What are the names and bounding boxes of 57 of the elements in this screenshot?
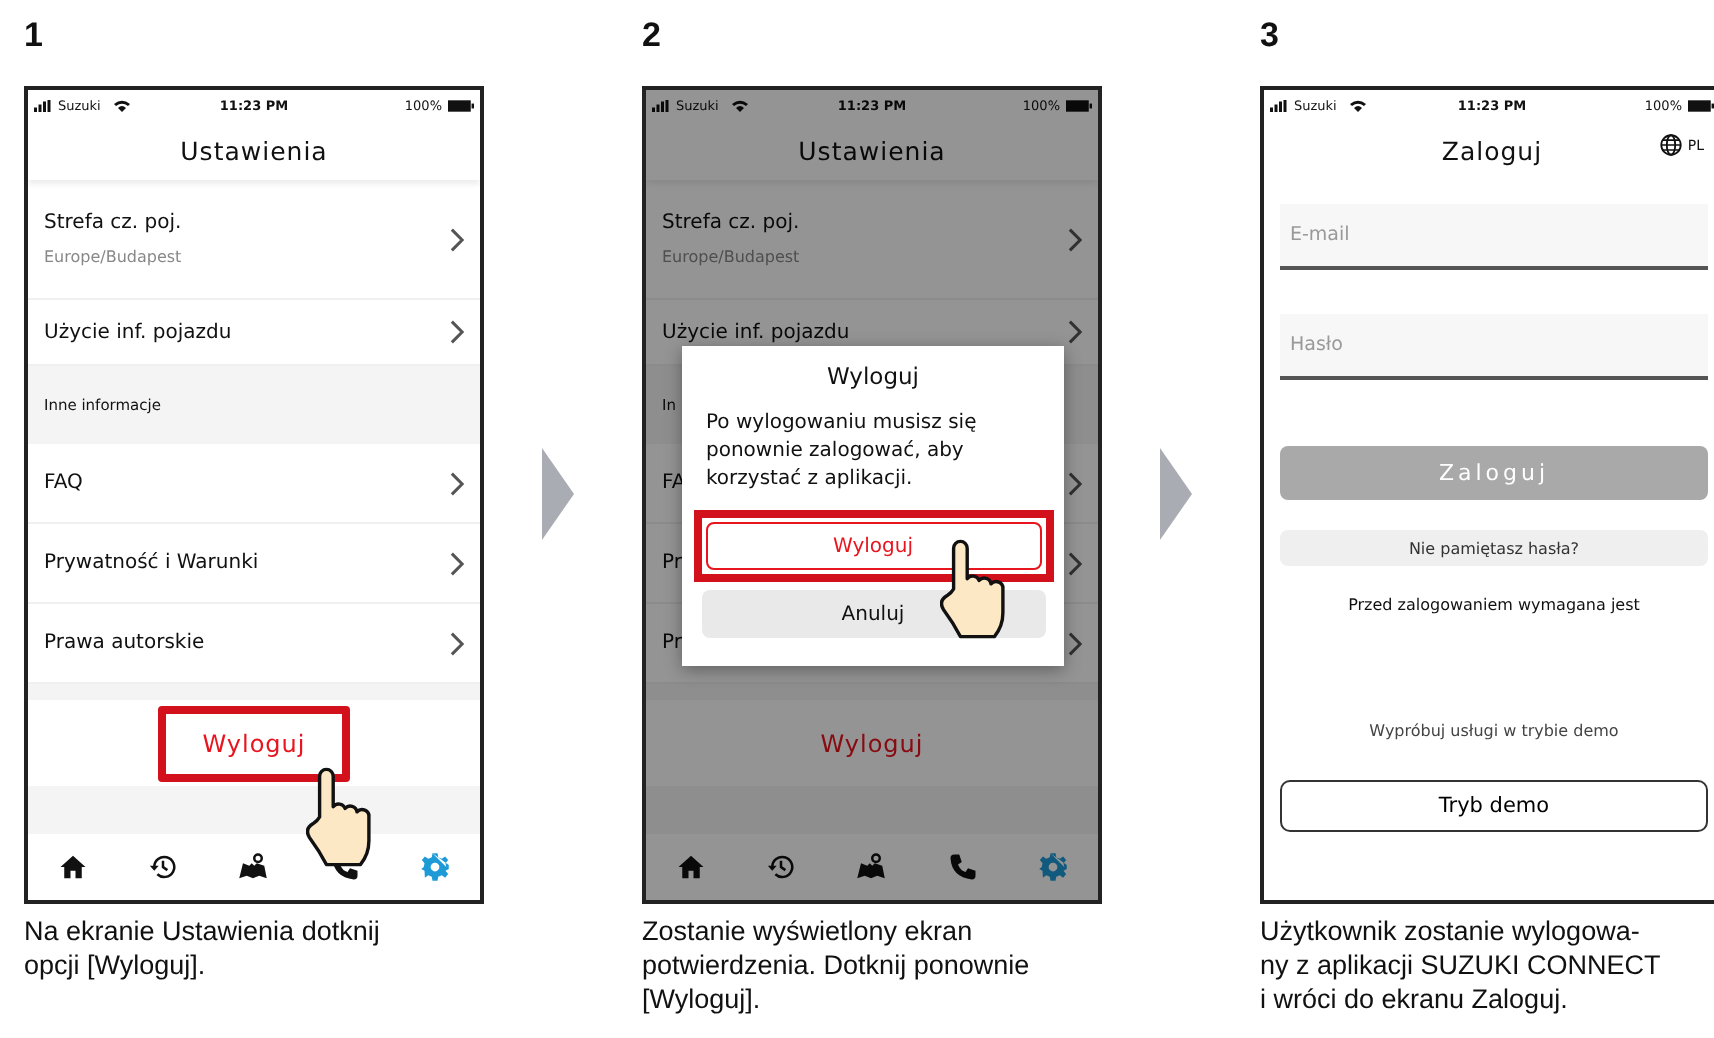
signal-icon xyxy=(652,100,670,112)
logout-button[interactable]: Wyloguj xyxy=(705,522,1041,570)
history-icon[interactable] xyxy=(766,852,797,882)
history-icon[interactable] xyxy=(148,852,179,882)
demo-text: Wypróbuj usługi w trybie demo xyxy=(1367,722,1621,740)
chevron-icon xyxy=(450,320,464,344)
input-field[interactable]: E-mail xyxy=(1280,204,1708,270)
chevron-icon xyxy=(1068,551,1082,575)
step-arrow-icon xyxy=(541,448,573,540)
demo-button[interactable]: Tryb demo xyxy=(1280,780,1708,832)
settings-icon[interactable] xyxy=(1037,852,1068,882)
home-icon[interactable] xyxy=(676,852,707,882)
settings-icon[interactable] xyxy=(419,852,450,882)
hand-pointer-icon xyxy=(306,765,375,867)
dialog-message: Po wylogowaniu musisz się ponownie zalogować, aby korzystać z aplikacji. xyxy=(704,410,979,494)
chevron-icon xyxy=(450,227,464,251)
chevron-icon xyxy=(450,471,464,495)
notice-text: Przed zalogowaniem wymagana jest xyxy=(1346,596,1642,614)
settings-item[interactable]: Strefa cz. poj. Europe/Budapest xyxy=(646,180,1098,300)
settings-item[interactable]: Prywatność i Warunki xyxy=(28,524,480,604)
settings-item[interactable]: Strefa cz. poj. Europe/Budapest xyxy=(28,180,480,300)
dialog-title: Wyloguj xyxy=(827,362,919,390)
signal-icon xyxy=(1270,100,1288,112)
step-number: 2 xyxy=(642,14,663,58)
step-caption: Zostanie wyświetlony ekran potwierdzenia. Dotknij ponownie [Wyloguj]. xyxy=(642,914,1032,1016)
step-caption: Na ekranie Ustawienia dotknij opcji [Wyloguj]. xyxy=(24,914,382,982)
globe-icon[interactable] xyxy=(1659,134,1682,156)
battery-icon xyxy=(448,100,474,112)
screen-title: Zaloguj xyxy=(1441,136,1543,166)
screen-title: Ustawienia xyxy=(798,136,946,166)
phone-icon[interactable] xyxy=(947,852,978,882)
step-number: 3 xyxy=(1260,14,1281,58)
battery-icon xyxy=(1688,100,1714,112)
settings-item[interactable]: Prawa autorskie xyxy=(28,604,480,684)
home-icon[interactable] xyxy=(58,852,89,882)
wifi-icon xyxy=(1350,100,1367,112)
settings-item[interactable]: FAQ xyxy=(28,444,480,524)
chevron-icon xyxy=(1068,227,1082,251)
forgot-password-button[interactable]: Nie pamiętasz hasła? xyxy=(1280,530,1708,566)
chevron-icon xyxy=(1068,320,1082,344)
screen-title: Ustawienia xyxy=(180,136,328,166)
step-number: 1 xyxy=(24,14,45,58)
input-field[interactable]: Hasło xyxy=(1280,314,1708,380)
step-arrow-icon xyxy=(1159,448,1191,540)
chevron-icon xyxy=(450,551,464,575)
wifi-icon xyxy=(732,100,749,112)
settings-item[interactable]: Użycie inf. pojazdu xyxy=(28,300,480,366)
hand-pointer-icon xyxy=(940,538,1008,640)
map-icon[interactable] xyxy=(856,852,887,882)
signal-icon xyxy=(34,100,52,112)
chevron-icon xyxy=(450,631,464,655)
chevron-icon xyxy=(1068,471,1082,495)
chevron-icon xyxy=(1068,631,1082,655)
wifi-icon xyxy=(114,100,131,112)
step-caption: Użytkownik zostanie wylogowa- ny z aplikacji SUZUKI CONNECT i wróci do ekranu Zaloguj. xyxy=(1260,914,1663,1016)
map-icon[interactable] xyxy=(238,852,269,882)
battery-icon xyxy=(1066,100,1092,112)
